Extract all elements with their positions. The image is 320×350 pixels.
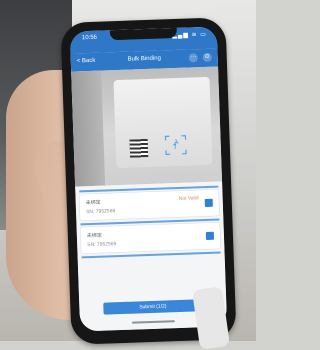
- nav-actions: ··· ⊙: [186, 52, 212, 63]
- list-item[interactable]: 未绑定 SN: 7952568 Not Valid: [79, 189, 220, 221]
- scan-frame-icon: [164, 135, 187, 155]
- item-checkbox[interactable]: [205, 231, 215, 241]
- more-icon[interactable]: ···: [188, 53, 199, 63]
- item-checkbox[interactable]: [204, 198, 213, 208]
- home-indicator: [131, 320, 175, 324]
- target-icon[interactable]: ⊙: [202, 52, 212, 63]
- item-status: Not Valid: [178, 195, 199, 202]
- signal-wifi-battery-icon: ▂▄▆ ≋ ▭: [172, 31, 208, 40]
- item-sn: SN: 7952568: [85, 208, 116, 216]
- list-item[interactable]: 未绑定 SN: 7952569: [80, 222, 221, 254]
- scanned-device: [113, 76, 213, 169]
- qr-code-image: [129, 139, 149, 158]
- device-list: 未绑定 SN: 7952568 Not Valid 未绑定 SN: 795256…: [75, 181, 226, 297]
- phone-screen: 10:56 ▂▄▆ ≋ ▭ < Back Bulk Binding ··· ⊙: [69, 26, 228, 332]
- status-time: 10:56: [81, 34, 98, 42]
- item-sn: SN: 7952569: [87, 241, 117, 249]
- item-name: 未绑定: [85, 199, 101, 207]
- phone-notch: [109, 27, 178, 41]
- camera-preview[interactable]: [71, 66, 223, 187]
- item-name: 未绑定: [86, 232, 102, 240]
- submit-button[interactable]: Submit (1/2): [103, 299, 203, 315]
- camera-shadow: [71, 70, 106, 187]
